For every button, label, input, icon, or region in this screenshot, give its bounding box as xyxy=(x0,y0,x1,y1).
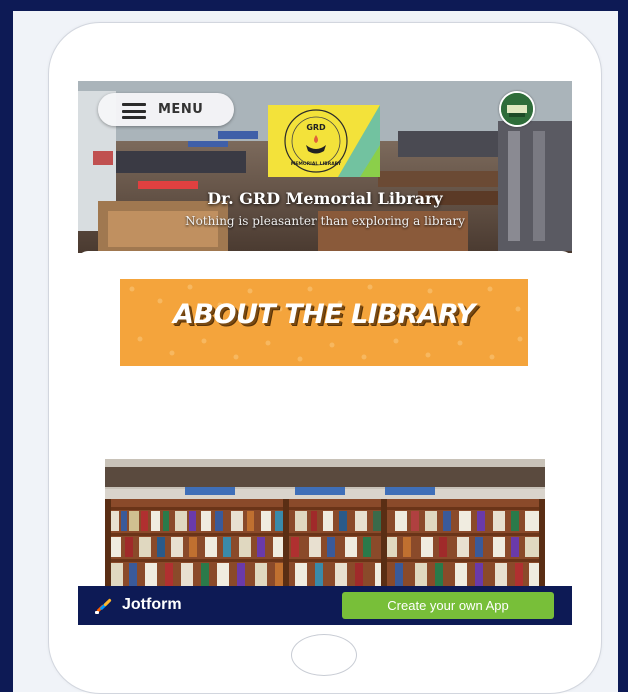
hamburger-icon xyxy=(122,103,146,119)
hero-section: MENU GRD MEMORIAL LIBRARY Dr. GRD Memori… xyxy=(78,81,572,253)
jotform-footer-bar: Jotform Create your own App xyxy=(78,586,572,625)
create-app-button[interactable]: Create your own App xyxy=(342,592,554,619)
logo-top-text: GRD xyxy=(306,123,326,132)
about-banner[interactable]: ABOUT THE LIBRARY xyxy=(120,279,528,366)
jotform-logo-icon xyxy=(95,598,112,614)
site-title: Dr. GRD Memorial Library xyxy=(207,189,443,208)
user-avatar-icon[interactable] xyxy=(499,91,535,127)
bookshelf-photo xyxy=(105,459,545,587)
app-screen: MENU GRD MEMORIAL LIBRARY Dr. GRD Memori… xyxy=(78,81,572,625)
about-banner-text: ABOUT THE LIBRARY xyxy=(173,299,475,330)
jotform-brand-name: Jotform xyxy=(122,596,182,613)
phone-home-button[interactable] xyxy=(291,634,357,676)
site-tagline: Nothing is pleasanter than exploring a l… xyxy=(185,214,465,228)
logo-bottom-text: MEMORIAL LIBRARY xyxy=(291,161,342,167)
menu-label: MENU xyxy=(158,102,204,117)
library-logo-icon: GRD MEMORIAL LIBRARY xyxy=(268,105,380,177)
menu-button[interactable]: MENU xyxy=(98,93,234,126)
